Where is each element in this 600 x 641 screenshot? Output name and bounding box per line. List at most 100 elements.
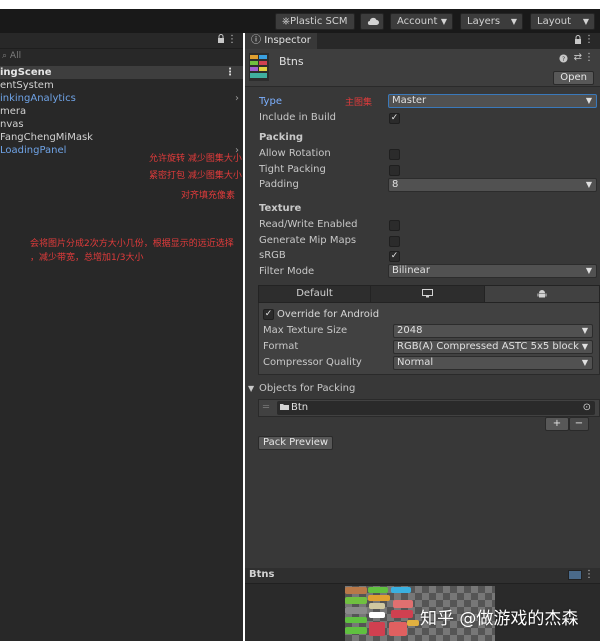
open-button[interactable]: Open xyxy=(553,71,594,85)
list-item-label: FangChengMiMask xyxy=(0,132,93,143)
object-field[interactable]: Btn ⊙ xyxy=(277,401,595,415)
chevron-down-icon: ▼ xyxy=(581,358,588,367)
mip-maps-checkbox[interactable] xyxy=(389,236,400,247)
annotation-type: 主图集 xyxy=(345,98,373,108)
more-options-icon[interactable]: ⋮ xyxy=(225,66,235,79)
list-item-label: inkingAnalytics xyxy=(0,93,76,104)
list-item-label: entSystem xyxy=(0,80,54,91)
svg-text:?: ? xyxy=(562,56,565,63)
hierarchy-search[interactable]: ⌕ All xyxy=(0,51,243,65)
type-value: Master xyxy=(392,95,427,106)
list-item-label: nvas xyxy=(0,119,24,130)
objects-list: ═ Btn ⊙ xyxy=(258,399,600,417)
chevron-down-icon: ▼ xyxy=(440,17,447,26)
read-write-checkbox[interactable] xyxy=(389,220,400,231)
lock-icon[interactable] xyxy=(574,35,582,48)
list-item-label: mera xyxy=(0,106,27,117)
hierarchy-item-scene[interactable]: ingScene ⋮ xyxy=(0,66,243,79)
compressor-quality-label: Compressor Quality xyxy=(263,357,362,368)
color-channel-icon[interactable] xyxy=(568,570,582,580)
tight-packing-label: Tight Packing xyxy=(259,164,326,175)
override-android-label: Override for Android xyxy=(277,309,380,320)
folder-icon xyxy=(280,401,289,415)
srgb-checkbox[interactable]: ✓ xyxy=(389,251,400,262)
objects-for-packing-label: Objects for Packing xyxy=(259,383,356,394)
help-icon[interactable]: ? xyxy=(559,54,568,66)
include-in-build-label: Include in Build xyxy=(259,112,336,123)
tab-standalone[interactable] xyxy=(371,286,485,302)
more-options-icon[interactable]: ⋮ xyxy=(227,34,237,45)
chevron-right-icon[interactable]: › xyxy=(235,92,239,105)
hierarchy-item-canvas[interactable]: nvas xyxy=(0,118,243,131)
layout-label: Layout xyxy=(537,16,571,27)
presets-icon[interactable]: ⇄ xyxy=(574,52,582,63)
pack-preview-button[interactable]: Pack Preview xyxy=(258,436,334,450)
tight-packing-checkbox[interactable] xyxy=(389,165,400,176)
mip-maps-label: Generate Mip Maps xyxy=(259,235,357,246)
chevron-down-icon: ▼ xyxy=(585,266,592,275)
hierarchy-item-event-system[interactable]: entSystem xyxy=(0,79,243,92)
list-item-label: LoadingPanel xyxy=(0,145,67,156)
include-in-build-checkbox[interactable]: ✓ xyxy=(389,113,400,124)
format-dropdown[interactable]: RGB(A) Compressed ASTC 5x5 block ▼ xyxy=(393,340,593,354)
type-dropdown[interactable]: Master ▼ xyxy=(388,94,597,108)
chevron-down-icon: ▼ xyxy=(581,342,588,351)
more-options-icon[interactable]: ⋮ xyxy=(584,34,594,45)
cloud-icon xyxy=(367,17,379,26)
search-placeholder: All xyxy=(9,51,22,61)
max-texture-size-label: Max Texture Size xyxy=(263,325,348,336)
asset-name: Btns xyxy=(279,55,304,68)
tab-android[interactable] xyxy=(485,286,599,302)
platform-tab-bar: Default xyxy=(258,285,600,303)
layout-dropdown[interactable]: Layout ▼ xyxy=(530,13,595,30)
hierarchy-item-mask[interactable]: FangChengMiMask xyxy=(0,131,243,144)
drag-handle-icon[interactable]: ═ xyxy=(263,402,269,413)
annotation-mipmap-1: 会将图片分成2次方大小几份，根据显示的远近选择 xyxy=(30,239,234,249)
list-item-label: ingScene xyxy=(0,67,52,78)
remove-item-button[interactable]: − xyxy=(569,417,589,431)
annotation-mipmap-2: ，减少带宽，总增加1/3大小 xyxy=(30,253,144,263)
object-field-value: Btn xyxy=(291,402,309,413)
add-item-button[interactable]: + xyxy=(545,417,569,431)
max-texture-size-value: 2048 xyxy=(397,325,423,336)
texture-section-title: Texture xyxy=(259,203,302,214)
srgb-label: sRGB xyxy=(259,250,286,261)
android-settings-box: ✓ Override for Android Max Texture Size … xyxy=(258,303,600,375)
cloud-button[interactable] xyxy=(360,13,384,30)
hierarchy-panel: ⋮ ⌕ All ingScene ⋮ entSystem inkingAnaly… xyxy=(0,33,243,641)
android-icon xyxy=(537,290,547,298)
layers-dropdown[interactable]: Layers ▼ xyxy=(460,13,523,30)
allow-rotation-label: Allow Rotation xyxy=(259,148,331,159)
hierarchy-item-camera[interactable]: mera xyxy=(0,105,243,118)
chevron-down-icon: ▼ xyxy=(585,180,592,189)
preview-toolbar: Btns ⋮ xyxy=(245,568,600,584)
lock-icon[interactable] xyxy=(217,34,225,47)
read-write-label: Read/Write Enabled xyxy=(259,219,358,230)
tab-inspector[interactable]: ⓘ Inspector xyxy=(245,33,317,49)
plastic-scm-button[interactable]: ⎈Plastic SCM xyxy=(275,13,355,30)
max-texture-size-dropdown[interactable]: 2048 ▼ xyxy=(393,324,593,338)
format-label: Format xyxy=(263,341,299,352)
layers-label: Layers xyxy=(467,16,501,27)
filter-mode-value: Bilinear xyxy=(392,265,430,276)
hierarchy-item-analytics[interactable]: inkingAnalytics › xyxy=(0,92,243,105)
preview-title: Btns xyxy=(249,569,275,580)
allow-rotation-checkbox[interactable] xyxy=(389,149,400,160)
padding-dropdown[interactable]: 8 ▼ xyxy=(388,178,597,192)
account-dropdown[interactable]: Account ▼ xyxy=(390,13,453,30)
tab-default[interactable]: Default xyxy=(259,286,371,302)
more-options-icon[interactable]: ⋮ xyxy=(584,52,594,63)
more-options-icon[interactable]: ⋮ xyxy=(584,569,594,580)
type-label: Type xyxy=(259,96,282,107)
annotation-rotation: 允许旋转 减少图集大小 xyxy=(149,154,242,164)
compressor-quality-dropdown[interactable]: Normal ▼ xyxy=(393,356,593,370)
inspector-panel: ⓘ Inspector ⋮ Btns ? ⇄ ⋮ Open Type 主图集 M… xyxy=(245,33,600,568)
search-icon: ⌕ xyxy=(2,51,8,61)
chevron-down-icon: ▼ xyxy=(510,17,517,26)
foldout-arrow-icon[interactable]: ▼ xyxy=(248,384,254,393)
annotation-padding: 对齐填充像素 xyxy=(181,191,236,201)
override-android-checkbox[interactable]: ✓ xyxy=(263,309,274,320)
account-label: Account xyxy=(397,16,438,27)
object-picker-icon[interactable]: ⊙ xyxy=(583,401,591,415)
filter-mode-dropdown[interactable]: Bilinear ▼ xyxy=(388,264,597,278)
